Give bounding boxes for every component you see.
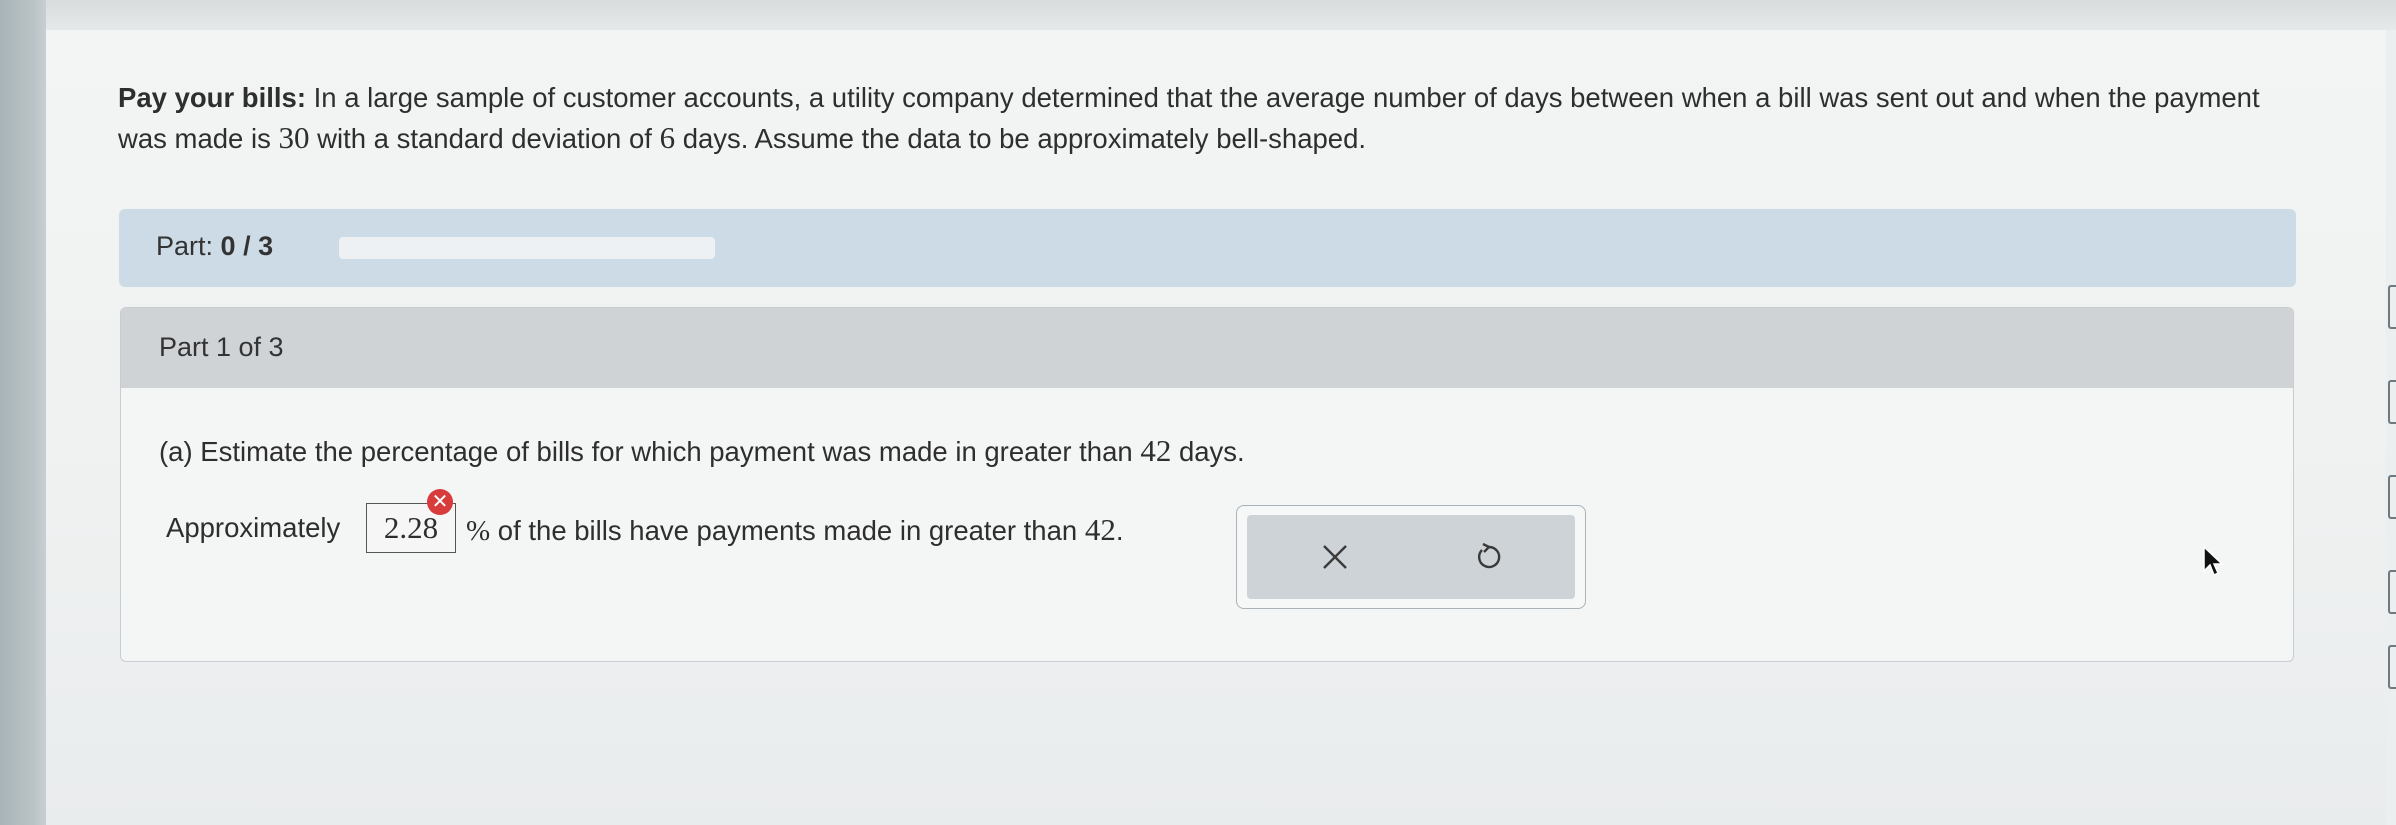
question-value: 42 bbox=[1140, 433, 1172, 468]
question-suffix: days. bbox=[1171, 436, 1245, 467]
part-header-label: Part 1 of 3 bbox=[159, 332, 284, 362]
edge-mark bbox=[2388, 645, 2396, 689]
problem-mean: 30 bbox=[278, 120, 310, 155]
edge-mark bbox=[2388, 285, 2396, 329]
clear-button[interactable] bbox=[1309, 531, 1361, 583]
progress-track bbox=[339, 237, 715, 259]
question-prefix: (a) Estimate the percentage of bills for… bbox=[159, 436, 1141, 467]
problem-title: Pay your bills: bbox=[118, 82, 306, 113]
action-panel-inner bbox=[1247, 515, 1575, 599]
problem-statement: Pay your bills: In a large sample of cus… bbox=[118, 78, 2278, 159]
edge-mark bbox=[2388, 475, 2396, 519]
answer-prefix: Approximately bbox=[166, 512, 341, 543]
answer-suffix: % of the bills have payments made in gre… bbox=[466, 512, 1124, 547]
part-header: Part 1 of 3 bbox=[121, 308, 2293, 388]
window-bezel bbox=[0, 0, 46, 825]
incorrect-icon: ✕ bbox=[427, 489, 453, 515]
part-progress-label: Part: 0 / 3 bbox=[156, 231, 273, 262]
problem-sd: 6 bbox=[659, 120, 676, 155]
part-progress-prefix: Part: bbox=[156, 231, 214, 261]
edge-mark bbox=[2388, 570, 2396, 614]
top-shade bbox=[46, 0, 2396, 30]
part-progress-bar: Part: 0 / 3 bbox=[119, 209, 2296, 287]
question-text: (a) Estimate the percentage of bills for… bbox=[159, 433, 1245, 469]
undo-icon bbox=[1477, 542, 1501, 569]
part-card: Part 1 of 3 (a) Estimate the percentage … bbox=[120, 307, 2294, 662]
problem-text-3: days. Assume the data to be approximatel… bbox=[675, 123, 1367, 154]
problem-text-2: with a standard deviation of bbox=[309, 123, 660, 154]
action-panel bbox=[1236, 505, 1586, 609]
part-progress-value: 0 / 3 bbox=[220, 231, 274, 261]
edge-mark bbox=[2388, 380, 2396, 424]
mouse-cursor-icon bbox=[2203, 545, 2224, 577]
close-icon bbox=[1323, 545, 1347, 569]
undo-button[interactable] bbox=[1463, 531, 1515, 583]
